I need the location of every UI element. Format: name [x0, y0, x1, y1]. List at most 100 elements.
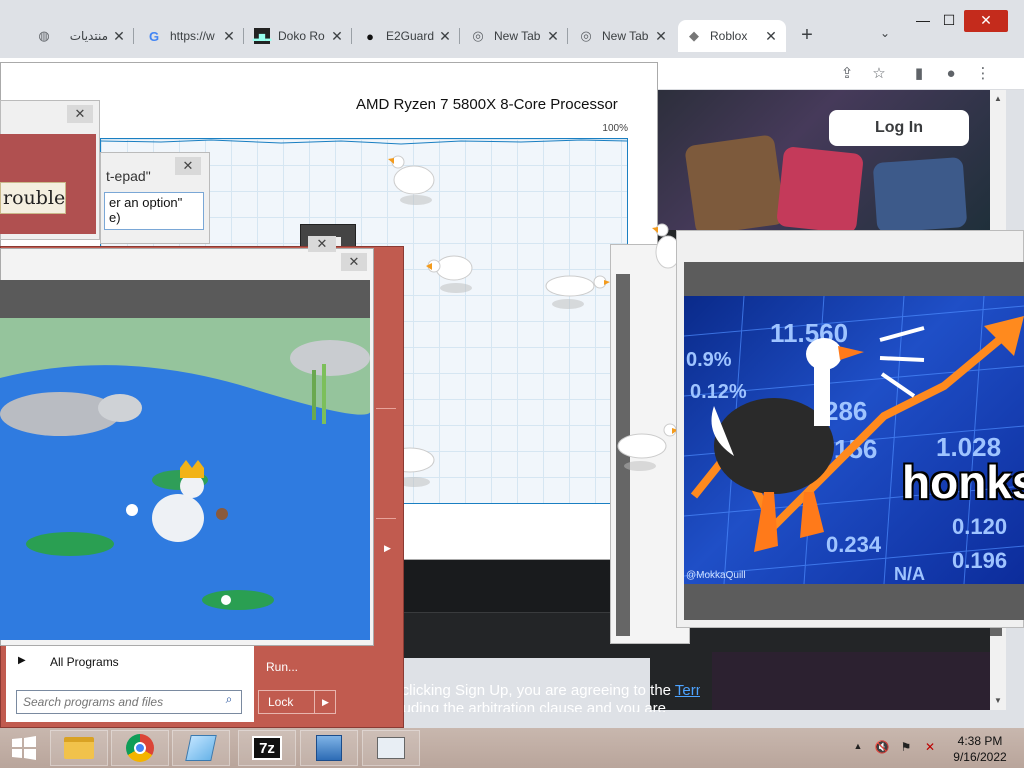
trouble-label: rouble	[0, 182, 66, 214]
honk-caption: honks	[902, 456, 1024, 508]
close-button[interactable]: ✕	[341, 253, 367, 271]
close-button[interactable]: ✕	[175, 157, 201, 175]
tab-label: E2Guard	[386, 29, 434, 43]
ticker-value: 0.12%	[690, 381, 747, 403]
goose-sprite	[545, 275, 610, 309]
taskbar-chrome[interactable]	[111, 730, 169, 766]
goose-sprite	[388, 155, 435, 205]
tab-montadayat[interactable]: ◍ منتديات ✕	[28, 20, 134, 52]
network-icon	[316, 735, 342, 761]
close-icon[interactable]: ✕	[438, 28, 452, 45]
note-text: t-epad"	[106, 168, 151, 184]
menu-divider	[376, 408, 396, 409]
search-icon[interactable]: ⌕	[220, 692, 238, 710]
tab-new-tab-2[interactable]: ◎ New Tab ✕	[570, 20, 676, 52]
hero-tile	[776, 146, 864, 234]
tab-doko[interactable]: ▂▆▂ Doko Ro ✕	[246, 20, 352, 52]
tray-expand-icon[interactable]: ▲	[850, 741, 866, 757]
video-toolbar	[0, 280, 370, 318]
globe-icon: ◍	[38, 28, 50, 43]
all-programs-item[interactable]: All Programs	[50, 655, 250, 673]
new-tab-button[interactable]: +	[795, 24, 819, 48]
tab-label: https://w	[170, 29, 215, 43]
close-icon[interactable]: ✕	[330, 28, 344, 45]
honk-image-toolbar	[684, 262, 1024, 296]
hero-tile	[872, 156, 968, 234]
cpu-name: AMD Ryzen 7 5800X 8-Core Processor	[356, 96, 618, 113]
close-icon[interactable]: ✕	[222, 28, 236, 45]
chrome-icon: ◎	[580, 28, 592, 43]
terms-text-line2: including the arbitration clause and you…	[380, 702, 667, 712]
clock-time[interactable]: 4:38 PM	[950, 734, 1010, 748]
share-icon[interactable]: ⇪	[836, 63, 858, 85]
folder-icon	[64, 737, 94, 759]
all-programs-arrow-icon: ▶	[18, 655, 26, 666]
doko-icon: ▂▆▂	[253, 28, 271, 44]
close-icon[interactable]: ✕	[112, 28, 126, 45]
note-input-box[interactable]: er an option" e)	[104, 192, 204, 230]
tab-google[interactable]: G https://w ✕	[138, 20, 244, 52]
run-item[interactable]: Run...	[266, 660, 326, 676]
volume-muted-icon[interactable]: 🔇	[874, 740, 890, 756]
terms-link[interactable]: Terms of	[675, 682, 700, 699]
window-close-button[interactable]: ✕	[964, 10, 1008, 32]
taskbar-7zip[interactable]: 7z	[238, 730, 296, 766]
cpu-utilization-max: 100%	[602, 123, 628, 134]
tab-roblox[interactable]: ◆ Roblox ✕	[678, 20, 786, 52]
taskbar-notepad[interactable]	[172, 730, 230, 766]
ticker-value: 0.234	[826, 532, 882, 557]
ticker-value: 0.196	[952, 548, 1007, 573]
close-button[interactable]: ✕	[67, 105, 93, 123]
github-icon: ●	[366, 28, 374, 44]
honk-image-footer	[684, 584, 1024, 620]
bookmark-star-icon[interactable]: ☆	[868, 63, 890, 85]
note-line-1: er an option"	[109, 195, 183, 210]
tab-label: Roblox	[710, 29, 748, 43]
login-button[interactable]: Log In	[829, 110, 969, 146]
terms-prefix: By clicking Sign Up, you are agreeing to…	[380, 682, 675, 699]
tab-strip: ◍ منتديات ✕ G https://w ✕ ▂▆▂ Doko Ro ✕ …	[0, 0, 1024, 58]
hero-banner: Log In	[650, 90, 990, 236]
hero-tile	[684, 134, 786, 236]
chrome-icon	[126, 734, 154, 762]
ticker-value: 286	[824, 396, 867, 426]
power-options-arrow-icon[interactable]: ▶	[314, 690, 336, 714]
search-programs-input[interactable]	[16, 690, 242, 714]
close-icon[interactable]: ✕	[654, 28, 668, 45]
scroll-up-icon[interactable]: ▲	[993, 94, 1003, 103]
note-line-2: e)	[109, 210, 121, 225]
google-icon: G	[148, 28, 160, 44]
notepad-icon	[185, 735, 217, 761]
close-button[interactable]: ✕	[308, 236, 336, 252]
scroll-down-icon[interactable]: ▼	[993, 696, 1003, 705]
taskbar-network[interactable]	[300, 730, 358, 766]
7zip-icon: 7z	[252, 736, 282, 760]
honk-meme-image: 11.560 0.9% 0.12% 286 156 1.028 0.234 0.…	[684, 296, 1024, 584]
ticker-value: N/A	[894, 564, 925, 584]
close-icon[interactable]: ✕	[764, 28, 778, 45]
taskmgr-icon	[377, 737, 405, 759]
tab-e2guard[interactable]: ● E2Guard ✕	[354, 20, 460, 52]
terms-text: By clicking Sign Up, you are agreeing to…	[380, 682, 700, 702]
start-button[interactable]	[4, 731, 44, 765]
side-panel-icon[interactable]: ▮	[908, 63, 930, 85]
taskbar-task-manager[interactable]	[362, 730, 420, 766]
tab-label: New Tab	[494, 29, 541, 43]
tab-new-tab-1[interactable]: ◎ New Tab ✕	[462, 20, 568, 52]
maximize-button[interactable]: ☐	[934, 10, 964, 32]
artist-credit: @MokkaQuill	[686, 570, 746, 581]
clock-date[interactable]: 9/16/2022	[950, 750, 1010, 764]
network-disconnected-icon[interactable]: ✕	[922, 740, 938, 756]
submenu-arrow-icon[interactable]: ▶	[384, 543, 394, 557]
taskbar: 7z ▲ 🔇 ⚑ ✕	[0, 728, 1024, 768]
close-icon[interactable]: ✕	[546, 28, 560, 45]
profile-avatar-icon[interactable]: ●	[940, 63, 962, 85]
video-player[interactable]	[0, 318, 370, 640]
resize-grip-icon[interactable]	[990, 628, 1002, 636]
roblox-icon: ◆	[689, 28, 699, 43]
action-center-icon[interactable]: ⚑	[898, 740, 914, 756]
tab-search-button[interactable]: ⌄	[876, 26, 894, 44]
taskbar-explorer[interactable]	[50, 730, 108, 766]
chrome-icon: ◎	[472, 28, 484, 43]
menu-kebab-icon[interactable]: ⋮	[972, 63, 994, 85]
